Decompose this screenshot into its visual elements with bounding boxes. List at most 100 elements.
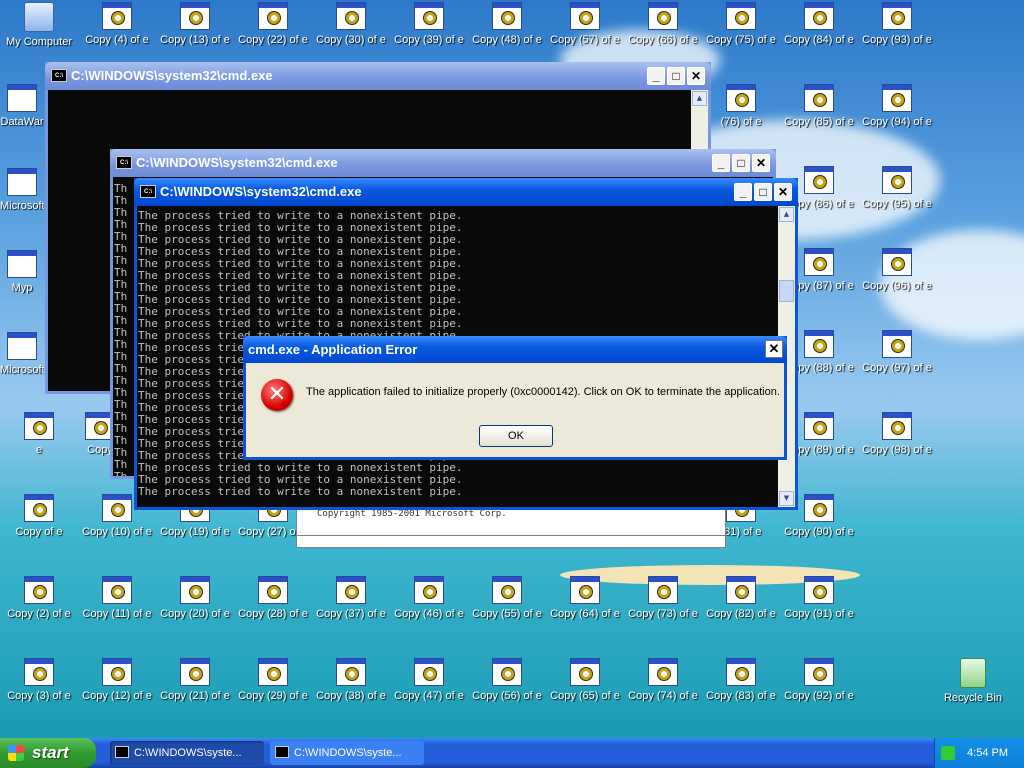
gear-icon [804, 166, 834, 194]
copy-of-e-icon[interactable]: Copy (94) of e [858, 84, 936, 144]
e-icon[interactable]: e [0, 412, 78, 472]
gear-icon [570, 658, 600, 686]
gear-icon [882, 84, 912, 112]
taskbar-item-cmd-2[interactable]: C:\WINDOWS\syste... [270, 741, 424, 765]
dialog-close-button[interactable]: ✕ [765, 340, 783, 358]
gear-icon [726, 658, 756, 686]
scroll-up-button[interactable]: ▲ [779, 207, 794, 222]
copy-of-e-icon[interactable]: Copy (82) of e [702, 576, 780, 636]
copy-of-e-icon[interactable]: Copy (47) of e [390, 658, 468, 718]
icon-label: Copy (39) of e [394, 34, 464, 46]
copy-of-e-icon[interactable]: Copy (48) of e [468, 2, 546, 62]
gear-icon [882, 248, 912, 276]
copy-of-e-icon[interactable]: Copy (96) of e [858, 248, 936, 308]
console-line: The process tried to write to a nonexist… [138, 485, 463, 498]
cmd-icon: C:\ [51, 69, 67, 82]
copy-of-e-icon[interactable]: Copy (37) of e [312, 576, 390, 636]
scroll-thumb[interactable] [779, 280, 794, 302]
application-error-dialog[interactable]: cmd.exe - Application Error ✕ ✕ The appl… [243, 336, 787, 460]
copy-of-e-icon[interactable]: Copy (97) of e [858, 330, 936, 390]
copy-of-e-icon[interactable]: Copy (84) of e [780, 2, 858, 62]
copy-of-e-icon[interactable]: Copy (93) of e [858, 2, 936, 62]
scroll-up-button[interactable]: ▲ [692, 91, 707, 106]
ok-button[interactable]: OK [479, 425, 553, 447]
copy-of-e-icon[interactable]: Copy (46) of e [390, 576, 468, 636]
minimize-button[interactable]: _ [712, 154, 730, 172]
copy-of-e-icon[interactable]: Copy (83) of e [702, 658, 780, 718]
clock[interactable]: 4:54 PM [967, 738, 1008, 768]
copy-of-e-icon[interactable]: Copy (22) of e [234, 2, 312, 62]
close-button[interactable]: ✕ [752, 154, 770, 172]
icon-label: Copy (13) of e [160, 34, 230, 46]
copy-of-e-icon[interactable]: Copy (11) of e [78, 576, 156, 636]
start-button[interactable]: start [0, 738, 96, 768]
copy-of-e-icon[interactable]: Copy (92) of e [780, 658, 858, 718]
dialog-titlebar[interactable]: cmd.exe - Application Error ✕ [243, 336, 787, 363]
microsoft-basic-shortcut[interactable]: Microsoft Basic [0, 332, 44, 392]
copy-of-e-icon[interactable]: Copy (56) of e [468, 658, 546, 718]
my-computer-icon[interactable]: My Computer [0, 2, 78, 62]
copy-of-e-icon[interactable]: Copy (64) of e [546, 576, 624, 636]
gear-icon [414, 576, 444, 604]
scroll-down-button[interactable]: ▼ [779, 491, 794, 506]
gear-icon [804, 412, 834, 440]
copy-of-e-icon[interactable]: Copy (66) of e [624, 2, 702, 62]
close-button[interactable]: ✕ [774, 183, 792, 201]
copy-of-e-icon[interactable]: Copy (28) of e [234, 576, 312, 636]
minimize-button[interactable]: _ [647, 67, 665, 85]
copy-of-e-icon[interactable]: Copy (65) of e [546, 658, 624, 718]
window-titlebar[interactable]: C:\ C:\WINDOWS\system32\cmd.exe _ □ ✕ [45, 62, 711, 90]
copy-of-e-icon[interactable]: Copy (29) of e [234, 658, 312, 718]
copy-of-e-icon[interactable]: Copy of e [0, 494, 78, 554]
taskbar-item-cmd-1[interactable]: C:\WINDOWS\syste... [110, 741, 264, 765]
copy-of-e-icon[interactable]: Copy (85) of e [780, 84, 858, 144]
copy-of-e-icon[interactable]: (76) of e [702, 84, 780, 144]
copy-of-e-icon[interactable]: Copy (38) of e [312, 658, 390, 718]
copy-of-e-icon[interactable]: Copy (95) of e [858, 166, 936, 226]
copy-of-e-icon[interactable]: Copy (57) of e [546, 2, 624, 62]
icon-label: (76) of e [720, 116, 762, 128]
copy-of-e-icon[interactable]: Copy (98) of e [858, 412, 936, 472]
copy-of-e-icon[interactable]: Copy (74) of e [624, 658, 702, 718]
myp-shortcut[interactable]: Myp [0, 250, 44, 310]
copy-of-e-icon[interactable]: Copy (75) of e [702, 2, 780, 62]
maximize-button[interactable]: □ [667, 67, 685, 85]
microsoft-cpp-shortcut[interactable]: Microsoft C++ [0, 168, 44, 228]
gear-icon [882, 2, 912, 30]
gear-icon [726, 576, 756, 604]
icon-label: Copy (92) of e [784, 690, 854, 702]
cmd-icon: C:\ [116, 156, 132, 169]
cmd-icon [275, 746, 289, 758]
datawar-shortcut[interactable]: DataWar [0, 84, 44, 144]
icon-label: Copy (19) of e [160, 526, 230, 538]
copy-of-e-icon[interactable]: Copy (3) of e [0, 658, 78, 718]
maximize-button[interactable]: □ [732, 154, 750, 172]
gear-icon [24, 658, 54, 686]
minimize-button[interactable]: _ [734, 183, 752, 201]
network-icon[interactable] [941, 746, 955, 760]
copy-of-e-icon[interactable]: Copy (91) of e [780, 576, 858, 636]
app-icon [7, 168, 37, 196]
gear-icon [492, 2, 522, 30]
close-button[interactable]: ✕ [687, 67, 705, 85]
copy-of-e-icon[interactable]: Copy (73) of e [624, 576, 702, 636]
maximize-button[interactable]: □ [754, 183, 772, 201]
copy-of-e-icon[interactable]: Copy (13) of e [156, 2, 234, 62]
gear-icon [102, 576, 132, 604]
copy-of-e-icon[interactable]: Copy (21) of e [156, 658, 234, 718]
gear-icon [180, 658, 210, 686]
copy-of-e-icon[interactable]: Copy (4) of e [78, 2, 156, 62]
window-titlebar[interactable]: C:\ C:\WINDOWS\system32\cmd.exe _ □ ✕ [110, 149, 776, 177]
recycle-bin-icon[interactable]: Recycle Bin [934, 658, 1012, 718]
copy-of-e-icon[interactable]: Copy (30) of e [312, 2, 390, 62]
icon-label: Copy (11) of e [82, 608, 152, 620]
copy-of-e-icon[interactable]: Copy (12) of e [78, 658, 156, 718]
copy-of-e-icon[interactable]: Copy (20) of e [156, 576, 234, 636]
desktop: My Computer DataWar Microsoft C++ Myp Mi… [0, 0, 1024, 738]
copy-of-e-icon[interactable]: Copy (2) of e [0, 576, 78, 636]
taskbar: start C:\WINDOWS\syste... C:\WINDOWS\sys… [0, 738, 1024, 768]
copy-of-e-icon[interactable]: Copy (55) of e [468, 576, 546, 636]
window-titlebar[interactable]: C:\ C:\WINDOWS\system32\cmd.exe _ □ ✕ [134, 178, 798, 206]
icon-label: Copy (56) of e [472, 690, 542, 702]
copy-of-e-icon[interactable]: Copy (39) of e [390, 2, 468, 62]
